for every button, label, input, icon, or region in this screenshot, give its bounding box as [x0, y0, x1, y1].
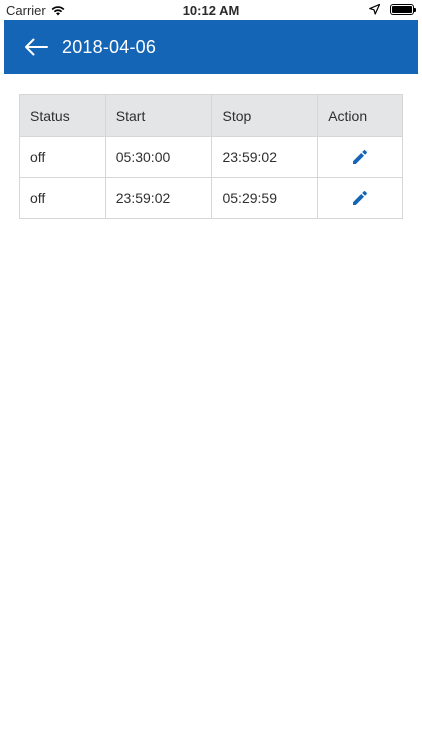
- cell-status: off: [19, 177, 106, 219]
- table-row: off 05:30:00 23:59:02: [19, 136, 403, 178]
- pencil-icon[interactable]: [351, 148, 369, 166]
- clock: 10:12 AM: [182, 3, 240, 18]
- back-button[interactable]: [14, 20, 58, 74]
- cell-start: 05:30:00: [104, 136, 213, 178]
- cell-start: 23:59:02: [104, 177, 213, 219]
- column-header-start: Start: [104, 94, 213, 137]
- column-header-stop: Stop: [211, 94, 319, 137]
- schedule-table: Status Start Stop Action off 05:30:00 23…: [19, 94, 403, 219]
- arrow-left-icon: [25, 38, 48, 56]
- cell-action: [317, 177, 403, 219]
- cell-status: off: [19, 136, 106, 178]
- table-row: off 23:59:02 05:29:59: [19, 177, 403, 219]
- app-header: 2018-04-06: [4, 20, 418, 74]
- page-title: 2018-04-06: [62, 36, 157, 57]
- status-bar: Carrier 10:12 AM: [0, 0, 422, 21]
- column-header-action: Action: [317, 94, 403, 137]
- column-header-status: Status: [19, 94, 106, 137]
- location-arrow-icon: [369, 4, 380, 15]
- battery-icon: [390, 4, 416, 15]
- cell-stop: 23:59:02: [211, 136, 319, 178]
- table-header-row: Status Start Stop Action: [19, 94, 403, 137]
- pencil-icon[interactable]: [351, 189, 369, 207]
- cell-action: [317, 136, 403, 178]
- cell-stop: 05:29:59: [211, 177, 319, 219]
